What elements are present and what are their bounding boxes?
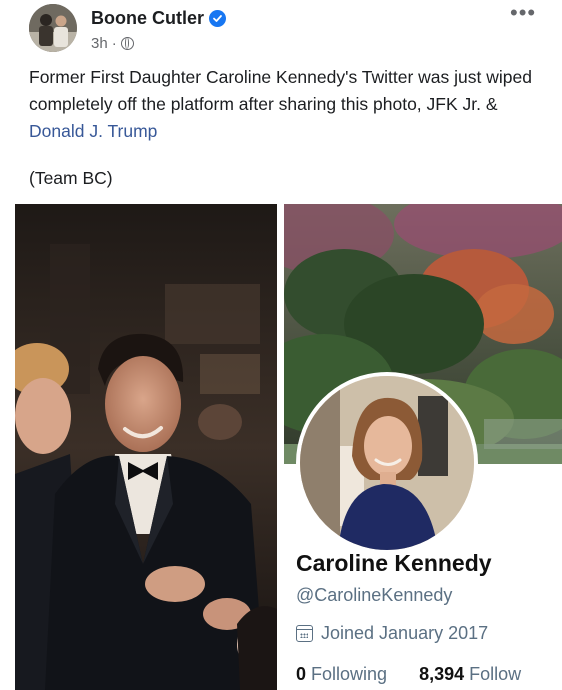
twitter-profile-screenshot: Caroline Kennedy @CarolineKennedy Joined… xyxy=(284,204,562,690)
post-signature: (Team BC) xyxy=(29,168,113,188)
followers-count: 8,394 xyxy=(419,664,465,684)
author-name[interactable]: Boone Cutler xyxy=(91,8,227,29)
author-avatar[interactable] xyxy=(29,4,77,52)
post-meta: 3h · xyxy=(91,35,134,52)
profile-name: Caroline Kennedy xyxy=(296,550,492,576)
author-name-label[interactable]: Boone Cutler xyxy=(91,8,204,29)
follow-stats: 0 Following 8,394 Follow xyxy=(296,664,521,685)
mention-link[interactable]: Donald J. Trump xyxy=(29,121,157,141)
profile-avatar xyxy=(296,372,478,554)
event-photo[interactable] xyxy=(15,204,277,690)
post-header: Boone Cutler 3h · ••• xyxy=(0,0,562,60)
joined-date-label: Joined January 2017 xyxy=(321,623,489,643)
calendar-icon xyxy=(296,625,313,642)
following-count: 0 xyxy=(296,664,307,684)
followers-label: Follow xyxy=(469,664,522,684)
profile-joined: Joined January 2017 xyxy=(296,623,488,644)
post-timestamp[interactable]: 3h xyxy=(91,35,108,52)
globe-icon[interactable] xyxy=(120,37,134,50)
profile-handle: @CarolineKennedy xyxy=(296,585,453,605)
more-options-icon[interactable]: ••• xyxy=(510,0,536,26)
meta-separator: · xyxy=(111,35,117,52)
post-body: Former First Daughter Caroline Kennedy's… xyxy=(29,64,539,145)
post-body-text: Former First Daughter Caroline Kennedy's… xyxy=(29,67,532,114)
verified-badge-icon xyxy=(209,10,227,27)
following-label: Following xyxy=(311,664,388,684)
